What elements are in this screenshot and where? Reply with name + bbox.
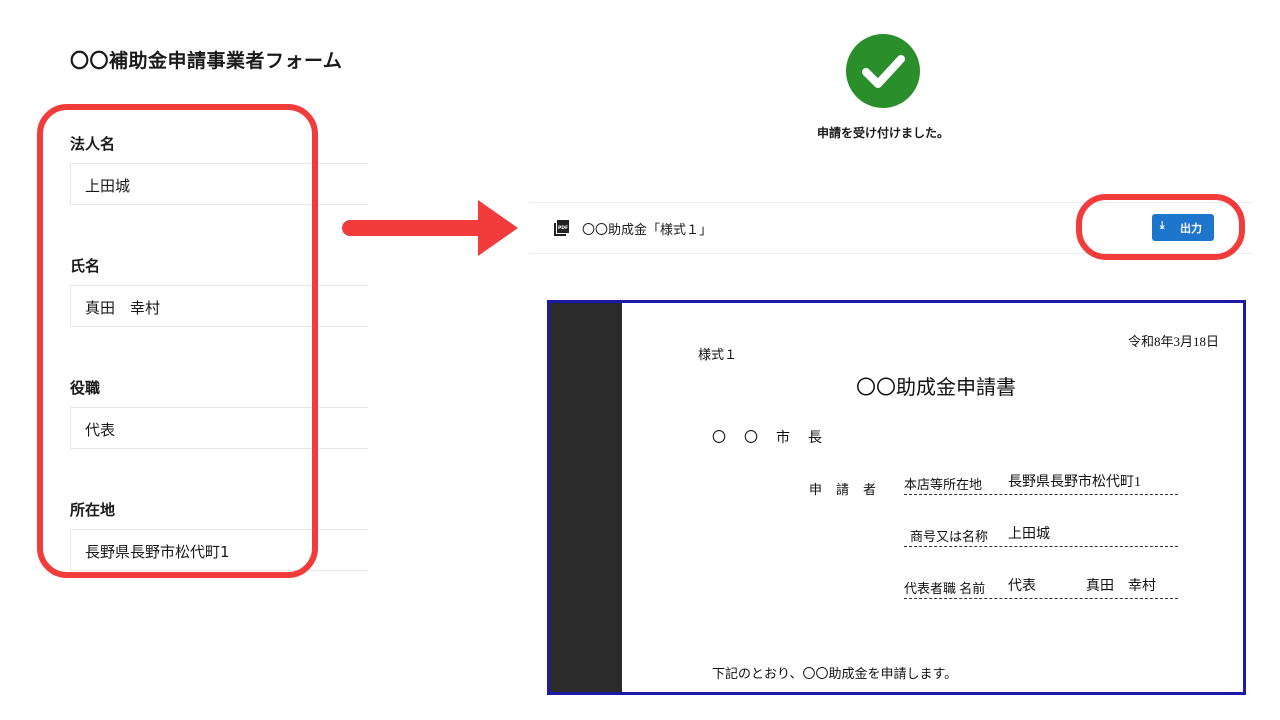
doc-body-text: 下記のとおり、〇〇助成金を申請します。 (712, 666, 958, 681)
document-preview: 令和8年3月18日 様式１ 〇〇助成金申請書 〇〇市長 申請者 本店等所在地 長… (547, 300, 1246, 695)
doc-form-number: 様式１ (698, 347, 738, 362)
doc-address-label: 本店等所在地 (904, 477, 983, 492)
doc-company-label: 商号又は名称 (910, 529, 989, 544)
pdf-icon-text: PDF (558, 225, 568, 231)
doc-representative-name: 真田 幸村 (1086, 579, 1156, 594)
doc-company-line: 商号又は名称 上田城 (904, 527, 1178, 547)
doc-applicant-label: 申請者 (809, 482, 891, 497)
doc-address-value: 長野県長野市松代町1 (1008, 475, 1141, 490)
form-title: 〇〇補助金申請事業者フォーム (70, 50, 343, 72)
doc-representative-title: 代表 (1008, 579, 1036, 594)
doc-title: 〇〇助成金申請書 (856, 377, 1016, 399)
doc-company-value: 上田城 (1008, 527, 1050, 542)
success-check-icon (846, 34, 920, 108)
doc-date: 令和8年3月18日 (1128, 334, 1220, 349)
file-name: 〇〇助成金「様式１」 (582, 223, 713, 238)
doc-addressee: 〇〇市長 (712, 431, 840, 446)
highlight-export-button (1076, 194, 1245, 260)
highlight-form-fields (37, 104, 318, 578)
document-dark-margin (550, 303, 622, 692)
doc-address-line: 本店等所在地 長野県長野市松代町1 (904, 475, 1178, 495)
doc-representative-line: 代表者職 名前 代表 真田 幸村 (904, 579, 1178, 599)
accepted-message: 申請を受け付けました。 (816, 126, 949, 140)
doc-representative-label: 代表者職 名前 (904, 581, 986, 596)
pdf-icon: PDF (554, 220, 569, 236)
arrow-right-icon (342, 200, 518, 256)
